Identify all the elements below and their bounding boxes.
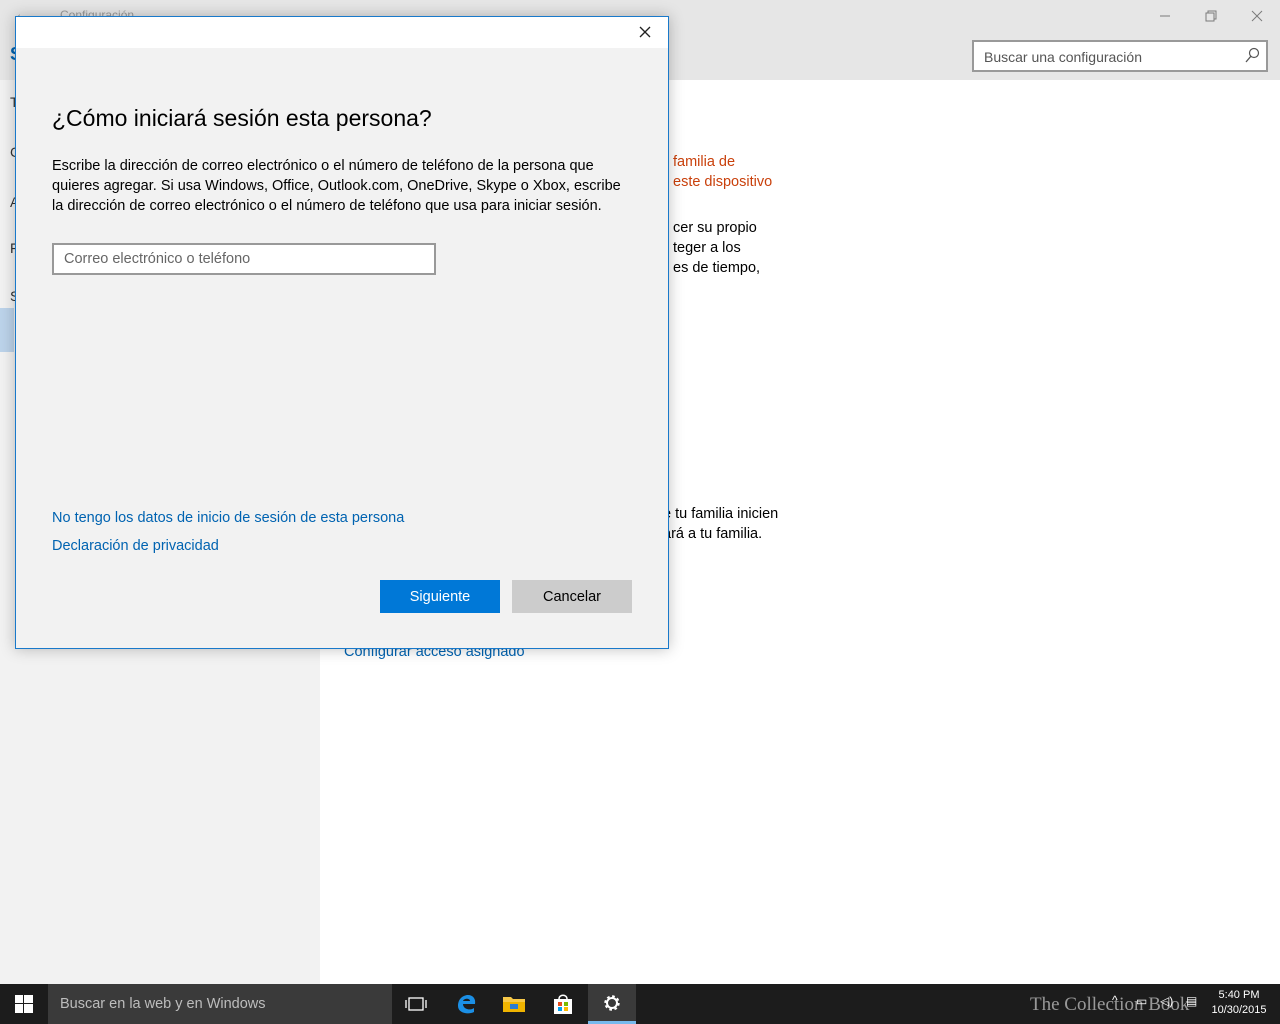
start-button[interactable] bbox=[0, 984, 48, 1024]
store-bag-icon bbox=[554, 994, 572, 1014]
email-or-phone-input[interactable] bbox=[52, 243, 436, 275]
folder-icon bbox=[503, 997, 525, 1012]
edge-button[interactable] bbox=[442, 984, 490, 1024]
next-button[interactable]: Siguiente bbox=[380, 580, 500, 613]
add-person-dialog: ¿Cómo iniciará sesión esta persona? Escr… bbox=[15, 16, 669, 649]
dialog-close-icon[interactable] bbox=[636, 23, 654, 41]
dialog-title: ¿Cómo iniciará sesión esta persona? bbox=[52, 105, 432, 131]
taskbar-search-box[interactable] bbox=[48, 984, 392, 1024]
assigned-paragraph-line1: e tu familia inicien bbox=[663, 506, 779, 522]
close-icon bbox=[1251, 10, 1263, 22]
taskbar-clock[interactable]: 5:40 PM 10/30/2015 bbox=[1206, 988, 1272, 1018]
restore-icon bbox=[1205, 10, 1217, 22]
family-paragraph-line3: es de tiempo, bbox=[673, 260, 761, 276]
minimize-icon bbox=[1160, 15, 1170, 17]
sidebar-selected-highlight bbox=[0, 308, 14, 352]
clock-time: 5:40 PM bbox=[1218, 989, 1260, 1001]
restore-button[interactable] bbox=[1188, 0, 1234, 32]
minimize-button[interactable] bbox=[1142, 0, 1188, 32]
file-explorer-button[interactable] bbox=[490, 984, 538, 1024]
family-heading-line1: familia de bbox=[673, 154, 736, 170]
windows-logo-icon bbox=[15, 995, 33, 1013]
settings-search-box[interactable] bbox=[972, 40, 1268, 72]
settings-search-input[interactable] bbox=[984, 47, 1234, 67]
family-paragraph-line1: cer su propio bbox=[673, 220, 757, 236]
gear-icon bbox=[604, 994, 620, 1011]
no-signin-info-link[interactable]: No tengo los datos de inicio de sesión d… bbox=[52, 510, 404, 526]
family-paragraph-line2: teger a los bbox=[673, 240, 741, 256]
dialog-description: Escribe la dirección de correo electróni… bbox=[52, 158, 621, 214]
assigned-paragraph-line2: ará a tu familia. bbox=[663, 526, 763, 542]
privacy-statement-link[interactable]: Declaración de privacidad bbox=[52, 538, 219, 554]
watermark-text: The Collection Book bbox=[1030, 994, 1190, 1015]
search-icon[interactable] bbox=[1244, 47, 1260, 65]
task-view-button[interactable] bbox=[392, 984, 440, 1024]
task-view-icon bbox=[405, 997, 427, 1011]
cancel-button[interactable]: Cancelar bbox=[512, 580, 632, 613]
window-close-button[interactable] bbox=[1234, 0, 1280, 32]
edge-browser-icon bbox=[458, 995, 476, 1014]
clock-date: 10/30/2015 bbox=[1211, 1004, 1267, 1016]
dialog-titlebar bbox=[16, 17, 668, 48]
family-heading-line2: este dispositivo bbox=[673, 174, 773, 190]
taskbar-search-input[interactable] bbox=[60, 994, 380, 1014]
settings-taskbar-button[interactable] bbox=[588, 984, 636, 1024]
store-button[interactable] bbox=[539, 984, 587, 1024]
